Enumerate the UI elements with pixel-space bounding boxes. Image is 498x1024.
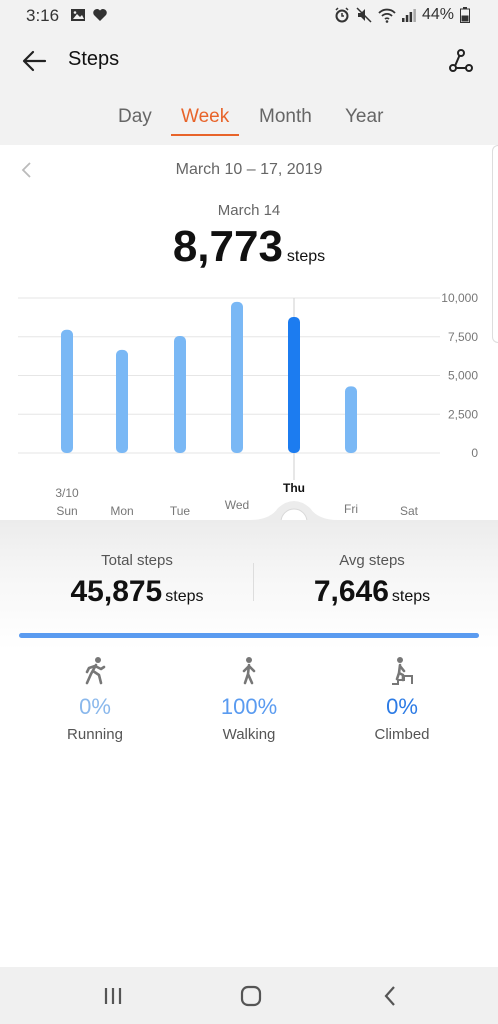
x-tick-fri: Fri xyxy=(344,502,358,516)
week-navigator: March 10 – 17, 2019 xyxy=(0,145,498,195)
climbing-icon xyxy=(392,657,413,685)
activity-progress-bar xyxy=(19,633,479,638)
tab-week[interactable]: Week xyxy=(181,106,229,128)
period-tabs: Day Week Month Year xyxy=(0,92,498,145)
walking-label: Walking xyxy=(222,726,276,743)
bar-wed[interactable] xyxy=(231,301,243,453)
status-left-icons xyxy=(70,7,108,23)
bar-mon[interactable] xyxy=(116,349,128,453)
bar-tue[interactable] xyxy=(174,335,186,453)
selected-steps-unit: steps xyxy=(286,248,326,265)
total-steps-unit: steps xyxy=(165,588,204,605)
avg-steps-label: Avg steps xyxy=(339,552,405,569)
selected-steps: 8,773 steps xyxy=(0,222,498,272)
status-time: 3:16 xyxy=(26,6,60,25)
back-arrow-icon[interactable] xyxy=(18,44,52,78)
recents-icon[interactable] xyxy=(100,983,126,1009)
battery-icon xyxy=(460,7,470,23)
x-tick-sat: Sat xyxy=(400,504,419,518)
y-tick-label: 0 xyxy=(471,446,478,460)
y-tick-label: 10,000 xyxy=(441,291,478,305)
bar-fri[interactable] xyxy=(345,386,357,453)
page-title: Steps xyxy=(68,48,120,70)
stats-divider xyxy=(253,563,254,601)
back-icon[interactable] xyxy=(378,983,404,1009)
running-icon xyxy=(85,657,106,685)
x-tick-tue: Tue xyxy=(170,504,191,518)
total-steps-block: Total steps 45,875 steps xyxy=(22,552,252,609)
avg-steps-value: 7,646 xyxy=(313,575,389,608)
x-tick-wed: Wed xyxy=(225,498,249,512)
y-tick-label: 2,500 xyxy=(448,407,478,421)
battery-text: 44% xyxy=(421,6,454,23)
walking-percent: 100% xyxy=(220,694,278,719)
wifi-icon xyxy=(378,8,396,23)
avg-steps-value-row: 7,646 steps xyxy=(257,575,487,609)
alarm-icon xyxy=(335,7,349,23)
x-tick-mon: Mon xyxy=(110,504,133,518)
climbed-percent: 0% xyxy=(386,694,418,719)
share-icon[interactable] xyxy=(444,44,478,78)
home-icon[interactable] xyxy=(238,983,264,1009)
heart-icon xyxy=(93,9,107,21)
y-tick-label: 5,000 xyxy=(448,369,478,383)
activity-progress-fill xyxy=(19,633,479,638)
total-steps-value-row: 45,875 steps xyxy=(22,575,252,609)
tab-month[interactable]: Month xyxy=(259,106,312,128)
activity-walking: 100% Walking xyxy=(189,656,309,743)
tab-year[interactable]: Year xyxy=(345,106,383,128)
y-tick-label: 7,500 xyxy=(448,330,478,344)
walking-icon xyxy=(242,657,256,685)
climbed-label: Climbed xyxy=(374,726,430,743)
tab-day[interactable]: Day xyxy=(118,106,152,128)
avg-steps-block: Avg steps 7,646 steps xyxy=(257,552,487,609)
selected-steps-value: 8,773 xyxy=(172,222,283,271)
activity-climbed: 0% Climbed xyxy=(342,656,462,743)
week-range: March 10 – 17, 2019 xyxy=(175,161,323,178)
system-nav-bar xyxy=(0,967,498,1024)
image-icon xyxy=(71,9,85,21)
steps-bar-chart[interactable]: 10,000 7,500 5,000 2,500 0 3/10 Sun Mon Tue Wed Th… xyxy=(0,280,498,520)
active-tab-indicator xyxy=(171,134,239,136)
status-bar: 3:16 44% xyxy=(0,0,498,32)
bar-sun[interactable] xyxy=(61,329,73,453)
app-bar: Steps xyxy=(0,32,498,92)
signal-icon xyxy=(401,9,416,22)
mute-icon xyxy=(356,7,372,23)
bar-thu[interactable] xyxy=(288,317,300,453)
status-right: 44% xyxy=(334,6,470,24)
x-tick-sun: Sun xyxy=(56,504,77,518)
x-tick-thu: Thu xyxy=(283,481,305,495)
running-percent: 0% xyxy=(79,694,111,719)
selected-date: March 14 xyxy=(217,202,281,219)
total-steps-value: 45,875 xyxy=(70,575,163,608)
x-date-label: 3/10 xyxy=(55,486,79,500)
avg-steps-unit: steps xyxy=(391,588,431,605)
total-steps-label: Total steps xyxy=(101,552,173,569)
running-label: Running xyxy=(67,726,123,743)
activity-running: 0% Running xyxy=(35,656,155,743)
